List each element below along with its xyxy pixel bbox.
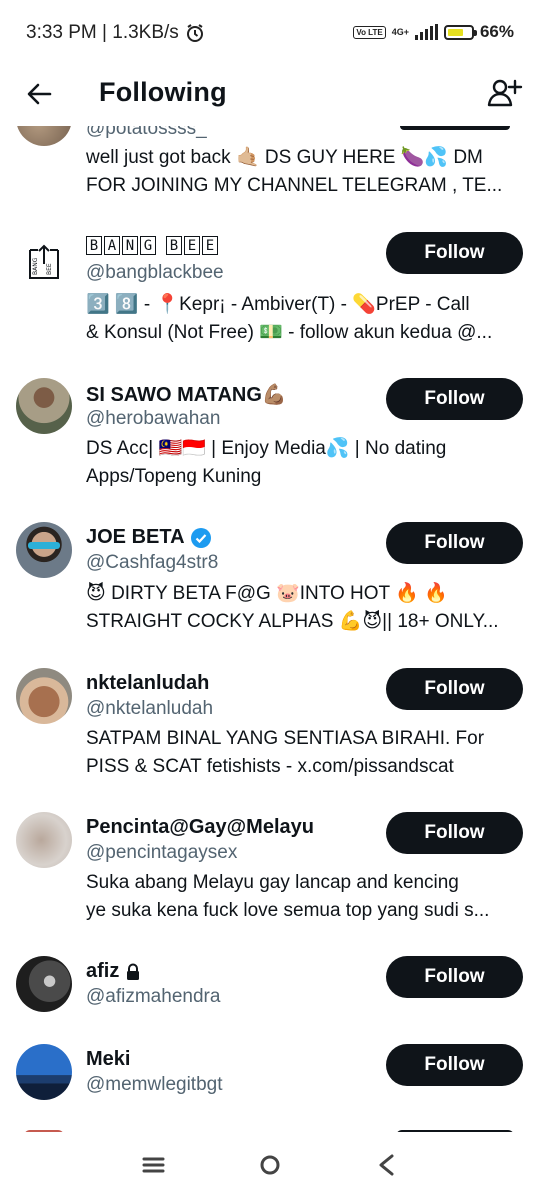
name-letter: G [140,236,156,255]
user-handle: @herobawahan [86,408,221,429]
user-name: BANGBEE [86,236,218,255]
avatar[interactable] [16,956,72,1012]
user-handle: @afizmahendra [86,986,221,1007]
svg-text:BANG: BANG [32,257,39,275]
follow-button[interactable]: Follow [386,668,523,710]
user-bio: DS Acc| 🇲🇾🇮🇩 | Enjoy Media💦 | No dating … [86,438,447,487]
name-letter: N [122,236,138,255]
user-bio: SATPAM BINAL YANG SENTIASA BIRAHI. For P… [86,728,485,777]
name-letter: B [86,236,102,255]
system-nav-bar [0,1132,540,1200]
user-name-line: Meki [86,1048,130,1071]
list-item[interactable]: Meki @memwlegitbgt Follow [0,1042,540,1122]
list-item[interactable]: afiz @afizmahendra Follow [0,954,540,1034]
follow-button[interactable]: Follow [386,378,523,420]
user-name: Pencinta@Gay@Melayu [86,816,314,838]
user-name-line: SI SAWO MATANG💪🏽 [86,382,287,407]
chevron-back-icon [379,1154,394,1176]
status-left: 3:33 PM | 1.3KB/s [26,22,205,44]
name-letter: A [104,236,120,255]
volte-icon: Vo LTE [353,25,386,39]
avatar[interactable] [16,378,72,434]
user-bio: Suka abang Melayu gay lancap and kencing… [86,872,490,921]
user-bio: 3️⃣ 8️⃣ - 📍Kepr¡ - Ambiver(T) - 💊PrEP - … [86,294,493,343]
list-item[interactable]: BANG BEE BANGBEE @bangblackbee Follow 3️… [0,228,540,368]
user-name-boxed: BANGBEE [86,236,218,255]
add-user-icon [487,79,523,107]
user-name: Meki [86,1048,131,1070]
verified-badge-icon [190,527,211,548]
avatar[interactable] [16,668,72,724]
sunglasses-shape [28,542,60,549]
bangbee-logo-icon: BANG BEE [29,244,59,279]
alarm-icon [186,24,203,42]
battery-fill [447,28,463,36]
user-name-line: JOE BETA [86,526,211,549]
app-header: Following [0,66,540,126]
add-user-button[interactable] [484,74,524,114]
list-item[interactable]: nktelanludah @nktelanludah Follow SATPAM… [0,666,540,796]
recents-button[interactable] [136,1150,172,1180]
circle-home-icon [260,1155,280,1175]
follow-button[interactable]: Follow [386,1044,523,1086]
follow-button[interactable]: Follow [386,522,523,564]
user-name: JOE BETA [86,526,185,548]
list-item[interactable]: JOE BETA @Cashfag4str8 Follow 😈 DIRTY BE… [0,520,540,650]
avatar[interactable] [16,1044,72,1100]
user-name-line: Pencinta@Gay@Melayu [86,816,314,839]
status-right: Vo LTE 4G+ 66% [353,22,514,42]
back-button[interactable] [22,76,58,112]
avatar[interactable]: BANG BEE [16,234,72,290]
svg-text:BEE: BEE [46,263,53,275]
name-letter: E [184,236,200,255]
name-letter: E [202,236,218,255]
user-name-line: nktelanludah [86,672,209,695]
follow-button[interactable]: Follow [386,956,523,998]
follow-button[interactable]: Follow [386,812,523,854]
battery-percent: 66% [479,22,514,41]
user-handle: @memwlegitbgt [86,1074,223,1095]
status-bar: 3:33 PM | 1.3KB/s Vo LTE 4G+ 66% [0,0,540,66]
user-name: nktelanludah [86,672,210,694]
avatar[interactable] [16,522,72,578]
lock-icon [125,963,141,981]
list-item[interactable]: SI SAWO MATANG💪🏽 @herobawahan Follow DS … [0,376,540,506]
home-button[interactable] [252,1150,288,1180]
avatar[interactable] [16,812,72,868]
page-title: Following [99,77,227,107]
user-handle: @Cashfag4str8 [86,552,219,573]
user-name: SI SAWO MATANG💪🏽 [86,384,287,406]
user-bio: well just got back 🤙🏼 DS GUY HERE 🍆💦 DM … [86,147,503,196]
name-space [158,236,164,255]
user-name: afiz [86,960,120,982]
name-letter: B [166,236,182,255]
network-type: 4G+ [391,26,409,37]
nav-back-button[interactable] [368,1150,404,1180]
user-handle: @nktelanludah [86,698,214,719]
user-name-line: afiz [86,960,141,983]
user-bio: 😈 DIRTY BETA F@G 🐷INTO HOT 🔥 🔥 STRAIGHT … [86,583,499,632]
follow-button[interactable]: Follow [386,232,523,274]
battery-icon [443,24,477,40]
signal-icon [414,24,438,40]
status-time-speed: 3:33 PM | 1.3KB/s [26,22,179,43]
user-handle: @pencintagaysex [86,842,238,863]
list-item[interactable]: Pencinta@Gay@Melayu @pencintagaysex Foll… [0,810,540,940]
user-handle: @bangblackbee [86,262,224,283]
menu-lines-icon [142,1157,165,1173]
following-list: @potatossss_ well just got back 🤙🏼 DS GU… [0,0,540,1200]
arrow-left-icon [27,83,52,105]
